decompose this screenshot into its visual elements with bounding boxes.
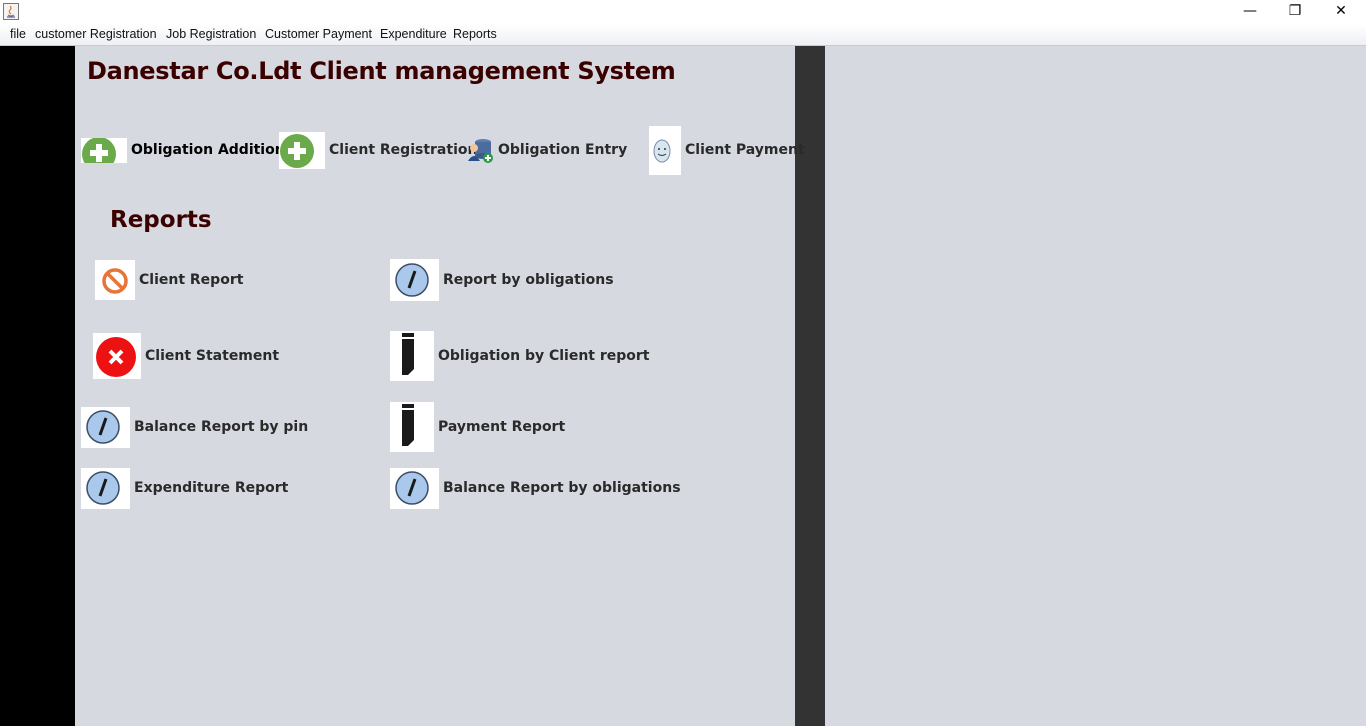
black-pen-icon — [390, 331, 434, 381]
pen-circle-icon — [390, 259, 439, 301]
left-sidebar-strip — [0, 46, 75, 726]
menu-job-registration[interactable]: Job Registration — [166, 27, 256, 41]
client-payment-label: Client Payment — [685, 142, 805, 158]
balance-report-by-obligations-label: Balance Report by obligations — [443, 480, 681, 496]
payment-report-label: Payment Report — [438, 419, 566, 435]
pen-circle-icon — [81, 407, 130, 448]
close-button[interactable]: ✕ — [1318, 0, 1364, 22]
restore-button[interactable]: ❐ — [1272, 0, 1318, 22]
pen-circle-icon — [390, 468, 439, 509]
page-title: Danestar Co.Ldt Client management System — [87, 57, 676, 85]
client-statement-label: Client Statement — [145, 348, 280, 364]
menu-customer-payment[interactable]: Customer Payment — [265, 27, 372, 41]
black-pen-icon — [390, 402, 434, 452]
window-titlebar: — ❐ ✕ — [0, 0, 1366, 24]
balance-report-by-pin-label: Balance Report by pin — [134, 419, 309, 435]
menu-file[interactable]: file — [10, 27, 26, 41]
client-registration-label: Client Registration — [329, 142, 478, 158]
plus-circle-icon — [81, 138, 127, 163]
red-x-icon — [93, 333, 141, 379]
menu-customer-registration[interactable]: customer Registration — [35, 27, 157, 41]
report-by-obligations-label: Report by obligations — [443, 272, 614, 288]
menu-expenditure[interactable]: Expenditure — [380, 27, 447, 41]
expenditure-report-label: Expenditure Report — [134, 480, 289, 496]
menu-reports[interactable]: Reports — [453, 27, 497, 41]
java-app-icon — [3, 3, 19, 20]
pen-circle-icon — [81, 468, 130, 509]
obligation-by-client-report-label: Obligation by Client report — [438, 348, 650, 364]
no-entry-icon — [95, 260, 135, 300]
client-report-label: Client Report — [139, 272, 244, 288]
menu-bar: file customer Registration Job Registrat… — [0, 24, 1366, 46]
plus-circle-icon — [279, 132, 325, 169]
smiley-face-icon — [649, 126, 681, 175]
obligation-addition-label: Obligation Addition — [131, 142, 285, 158]
right-content-area — [825, 46, 1366, 726]
reports-heading: Reports — [110, 207, 212, 233]
user-database-icon — [467, 137, 495, 165]
obligation-entry-label: Obligation Entry — [498, 142, 628, 158]
minimize-button[interactable]: — — [1227, 0, 1273, 22]
